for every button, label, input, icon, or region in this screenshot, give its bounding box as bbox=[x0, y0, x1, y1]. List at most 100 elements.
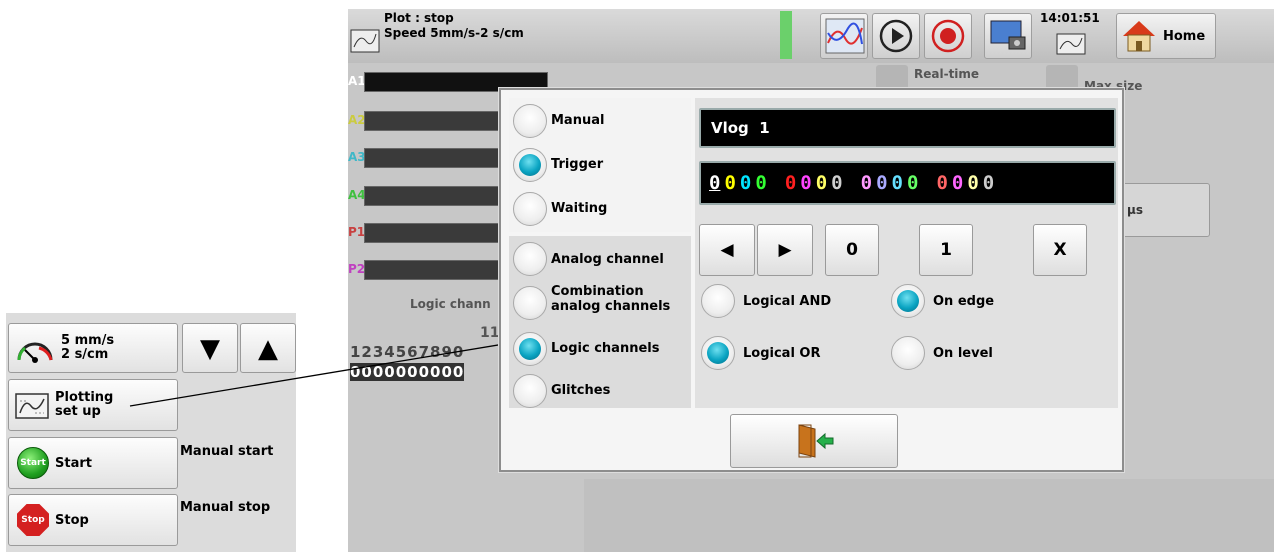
bit-digit[interactable]: 0 bbox=[952, 172, 963, 194]
duration-unit: µs bbox=[1127, 203, 1143, 217]
bit-digit[interactable]: 0 bbox=[936, 172, 947, 194]
plotting-line1: Plotting bbox=[55, 390, 114, 405]
bit-digit[interactable]: 0 bbox=[861, 172, 872, 194]
name-field-value: Vlog 1 bbox=[711, 119, 770, 137]
bit-digit[interactable]: 0 bbox=[724, 172, 735, 194]
channel-label: A4 bbox=[348, 188, 366, 202]
bottom-area bbox=[584, 479, 1274, 552]
stop-icon-text: Stop bbox=[21, 515, 45, 525]
bit-pattern: 0000000000000000 bbox=[709, 172, 998, 194]
stop-button[interactable]: Stop Stop bbox=[8, 494, 178, 546]
stop-label: Stop bbox=[55, 513, 89, 528]
plotting-setup-button[interactable]: Plotting set up bbox=[8, 379, 178, 431]
bit-pattern-field[interactable]: 0000000000000000 bbox=[699, 161, 1116, 205]
mode-group: Manual Trigger Waiting bbox=[509, 98, 691, 232]
cursor-left-button[interactable]: ◀ bbox=[699, 224, 755, 276]
speed-button[interactable]: 5 mm/s 2 s/cm bbox=[8, 323, 178, 373]
bit-zero-button[interactable]: 0 bbox=[825, 224, 879, 276]
speed-status: Speed 5mm/s-2 s/cm bbox=[384, 26, 524, 40]
bit-digit[interactable]: 0 bbox=[967, 172, 978, 194]
on-level-option[interactable]: On level bbox=[891, 334, 1061, 374]
bit-digit[interactable]: 0 bbox=[755, 172, 766, 194]
bit-digit[interactable]: 0 bbox=[983, 172, 994, 194]
option-label: Glitches bbox=[551, 383, 611, 398]
channel-type-group: Analog channel Combination analog channe… bbox=[509, 236, 691, 408]
channel-label: A1 bbox=[348, 74, 366, 88]
record-icon bbox=[931, 19, 965, 53]
right-arrow-icon: ▶ bbox=[778, 240, 792, 260]
logic-digits: 1234567890 bbox=[350, 343, 465, 361]
radio-selected-icon bbox=[513, 332, 547, 366]
exit-button[interactable] bbox=[730, 414, 898, 468]
start-icon-text: Start bbox=[20, 458, 46, 468]
name-field[interactable]: Vlog 1 bbox=[699, 108, 1116, 148]
start-button[interactable]: Start Start bbox=[8, 437, 178, 489]
plot-view-button[interactable] bbox=[820, 13, 868, 59]
radio-icon bbox=[891, 336, 925, 370]
clock: 14:01:51 bbox=[1040, 11, 1100, 25]
logic-channels-label: Logic chann bbox=[410, 297, 491, 311]
screenshot-icon bbox=[990, 20, 1026, 50]
radio-icon bbox=[513, 242, 547, 276]
bit-digit[interactable]: 0 bbox=[740, 172, 751, 194]
trigger-settings-dialog: Manual Trigger Waiting Analog channel Co… bbox=[499, 88, 1124, 472]
play-icon bbox=[879, 19, 913, 53]
up-arrow-button[interactable]: ▲ bbox=[240, 323, 296, 373]
channel-option-logic[interactable]: Logic channels bbox=[509, 328, 691, 372]
on-edge-option[interactable]: On edge bbox=[891, 282, 1061, 322]
bit-digit[interactable]: 0 bbox=[800, 172, 811, 194]
channel-label: A2 bbox=[348, 113, 366, 127]
option-label: On level bbox=[933, 346, 993, 361]
channel-label: P1 bbox=[348, 225, 366, 239]
bit-digit[interactable]: 0 bbox=[876, 172, 887, 194]
channel-option-glitches[interactable]: Glitches bbox=[509, 370, 691, 414]
channel-label: A3 bbox=[348, 150, 366, 164]
speedometer-icon bbox=[17, 342, 53, 363]
radio-selected-icon bbox=[891, 284, 925, 318]
option-label: Logical OR bbox=[743, 346, 821, 361]
start-icon: Start bbox=[17, 447, 49, 479]
stop-icon: Stop bbox=[17, 504, 49, 536]
record-button[interactable] bbox=[924, 13, 972, 59]
option-label: Trigger bbox=[551, 157, 604, 172]
bit-digit[interactable]: 0 bbox=[907, 172, 918, 194]
channel-option-combination[interactable]: Combination analog channels bbox=[509, 282, 691, 326]
left-arrow-icon: ◀ bbox=[720, 240, 734, 260]
option-label: Analog channel bbox=[551, 252, 664, 267]
bit-one-button[interactable]: 1 bbox=[919, 224, 973, 276]
home-button[interactable]: Home bbox=[1116, 13, 1216, 59]
bit-digit[interactable]: 0 bbox=[709, 172, 720, 194]
bit-group: 0000 bbox=[936, 172, 998, 194]
mode-option-trigger[interactable]: Trigger bbox=[509, 144, 691, 188]
play-button[interactable] bbox=[872, 13, 920, 59]
down-arrow-button[interactable]: ▼ bbox=[182, 323, 238, 373]
radio-selected-icon bbox=[513, 148, 547, 182]
mode-option-manual[interactable]: Manual bbox=[509, 100, 691, 144]
bit-group: 0000 bbox=[861, 172, 923, 194]
green-indicator bbox=[780, 11, 792, 59]
home-label: Home bbox=[1163, 29, 1206, 44]
stop-description: Manual stop bbox=[180, 500, 271, 515]
bit-digit[interactable]: 0 bbox=[785, 172, 796, 194]
bit-digit[interactable]: 0 bbox=[816, 172, 827, 194]
logic-number: 11 bbox=[480, 325, 500, 341]
mode-option-waiting[interactable]: Waiting bbox=[509, 188, 691, 232]
option-column: Manual Trigger Waiting Analog channel Co… bbox=[509, 98, 691, 408]
screenshot-button[interactable] bbox=[984, 13, 1032, 59]
speed-line2: 2 s/cm bbox=[61, 347, 109, 362]
radio-icon bbox=[513, 192, 547, 226]
home-icon bbox=[1123, 21, 1155, 52]
option-label: Waiting bbox=[551, 201, 608, 216]
bit-x-button[interactable]: X bbox=[1033, 224, 1087, 276]
bit-digit[interactable]: 0 bbox=[892, 172, 903, 194]
option-label: Combination analog channels bbox=[551, 284, 671, 314]
logic-values: 0000000000 bbox=[350, 363, 465, 381]
radio-icon bbox=[513, 104, 547, 138]
logical-and-option[interactable]: Logical AND bbox=[701, 282, 871, 322]
cursor-right-button[interactable]: ▶ bbox=[757, 224, 813, 276]
logical-or-option[interactable]: Logical OR bbox=[701, 334, 871, 374]
bit-digit[interactable]: 0 bbox=[831, 172, 842, 194]
top-toolbar: Plot : stop Speed 5mm/s-2 s/cm 14:01:51 … bbox=[348, 9, 1274, 63]
channel-option-analog[interactable]: Analog channel bbox=[509, 238, 691, 282]
option-label: Logical AND bbox=[743, 294, 832, 309]
